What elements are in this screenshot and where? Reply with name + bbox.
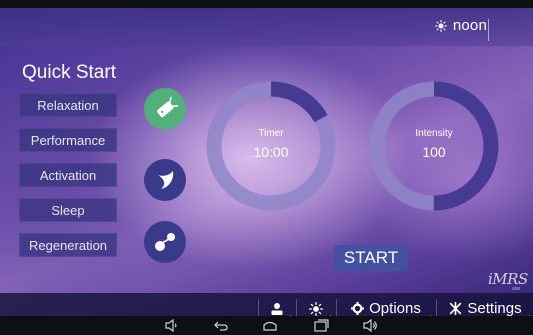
relaxation-program-icon[interactable] — [144, 88, 186, 130]
back-icon[interactable] — [213, 319, 229, 332]
volume-down-icon[interactable] — [164, 319, 180, 332]
activation-program-icon[interactable] — [144, 221, 186, 263]
options-label: Options — [369, 300, 421, 316]
options-button[interactable]: Options — [338, 293, 434, 316]
settings-button[interactable]: Settings — [438, 293, 533, 316]
toolbar-divider — [336, 299, 337, 316]
time-label: noon — [452, 17, 487, 34]
timer-value: 10:00 — [253, 144, 289, 160]
recents-icon[interactable] — [313, 319, 329, 332]
atom-icon — [155, 233, 175, 251]
time-indicator: noon — [434, 17, 487, 34]
quick-start-title: Quick Start — [22, 62, 116, 83]
settings-label: Settings — [467, 300, 522, 316]
sun-icon — [434, 19, 447, 32]
user-button[interactable] — [260, 293, 294, 316]
moon-icon — [158, 171, 174, 189]
sleep-button[interactable]: Sleep — [19, 198, 117, 222]
intensity-dial[interactable]: Intensity 100 — [369, 81, 499, 211]
intensity-caption: Intensity — [415, 128, 453, 139]
toolbar-divider — [436, 299, 437, 316]
toolbar-divider — [296, 299, 297, 316]
bottom-toolbar: Options Settings — [0, 293, 533, 316]
toolbar-divider — [258, 299, 259, 316]
brightness-icon — [309, 301, 323, 316]
start-button[interactable]: START — [334, 245, 408, 271]
relaxation-button[interactable]: Relaxation — [19, 93, 117, 117]
brightness-button[interactable] — [298, 293, 334, 316]
device-bezel-top — [0, 0, 533, 8]
imrs-logo: iMRS — [488, 270, 528, 288]
regeneration-button[interactable]: Regeneration — [19, 233, 117, 257]
timer-dial[interactable]: Timer 10:00 — [206, 81, 336, 211]
volume-up-icon[interactable] — [362, 319, 378, 332]
system-nav-bar — [0, 316, 533, 335]
tools-icon — [450, 302, 462, 315]
app-screen: noon Quick Start Relaxation Performance … — [0, 8, 533, 316]
performance-program-icon[interactable] — [144, 159, 186, 201]
intensity-value: 100 — [422, 144, 446, 160]
leaf-icon — [157, 96, 178, 118]
gear-icon — [351, 302, 365, 315]
activation-button[interactable]: Activation — [19, 163, 117, 187]
status-bar: noon — [0, 8, 533, 46]
home-icon[interactable] — [262, 319, 278, 332]
performance-button[interactable]: Performance — [19, 128, 117, 152]
imrs-logo-sub: one — [512, 286, 521, 292]
timer-caption: Timer — [258, 128, 284, 139]
status-divider — [488, 19, 489, 41]
user-icon — [271, 302, 283, 315]
